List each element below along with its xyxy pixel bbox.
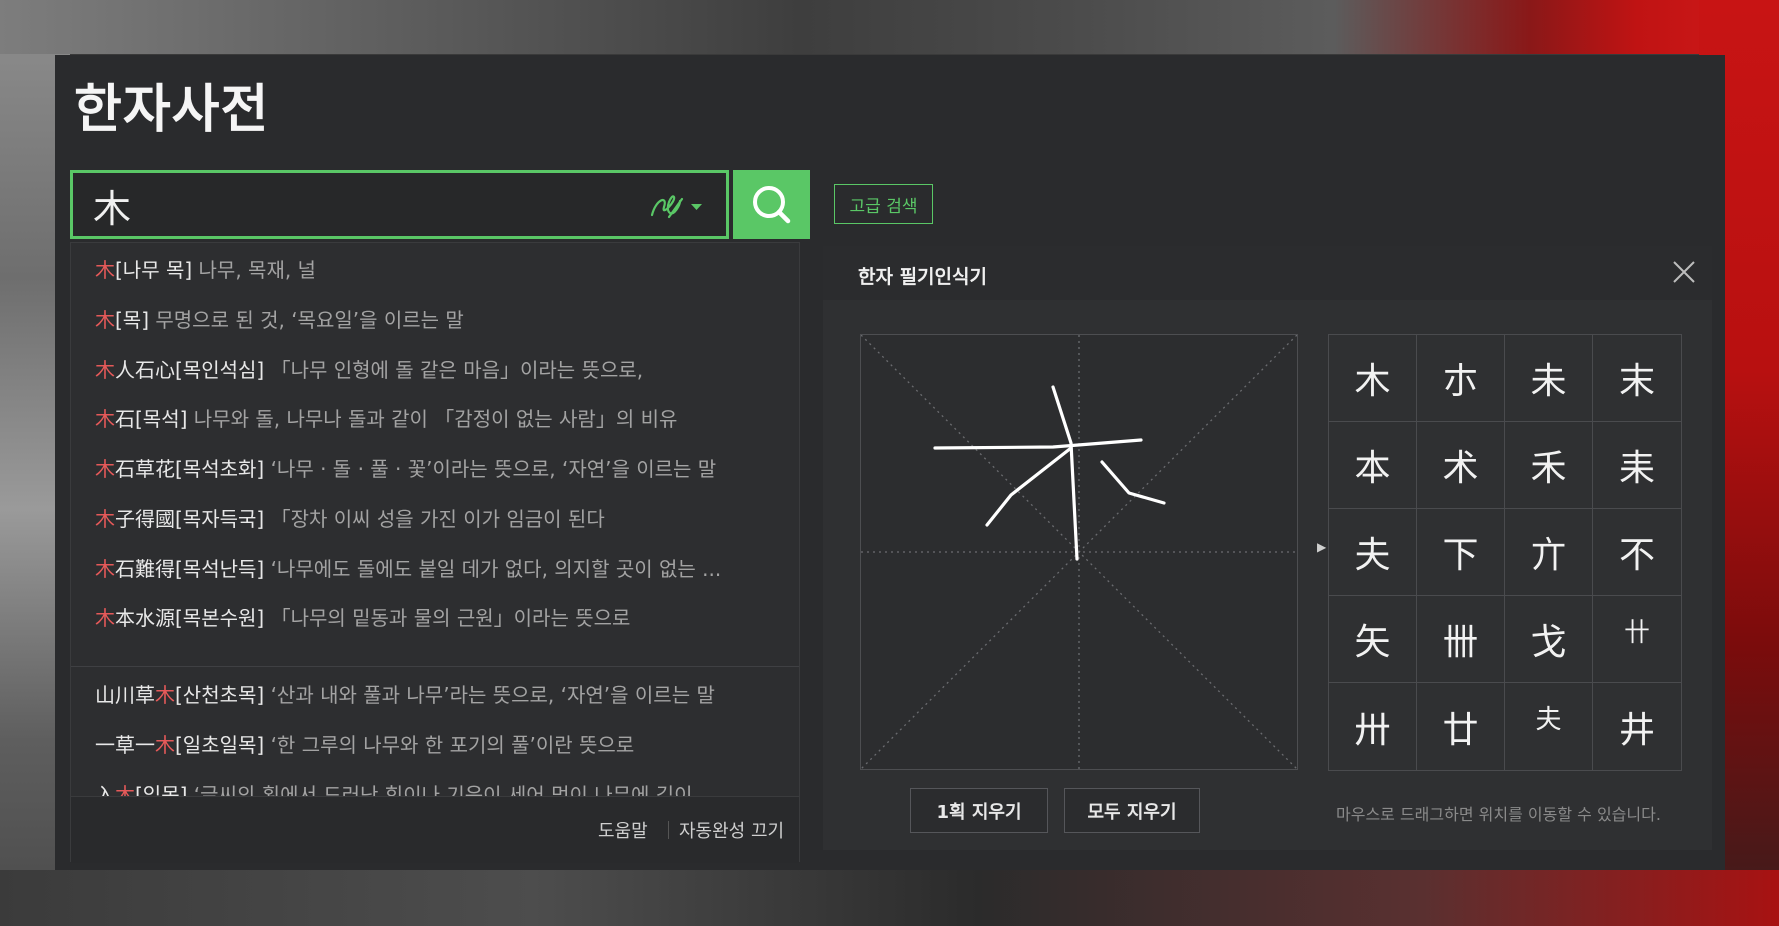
autocomplete-item[interactable]: 木石難得[목석난득] ‘나무에도 돌에도 붙일 데가 없다, 의지할 곳이 없는… <box>95 554 721 584</box>
candidate-char[interactable]: 不 <box>1593 509 1681 596</box>
caret-right-icon: ▶ <box>1317 540 1327 554</box>
candidate-char[interactable]: 朩 <box>1417 335 1505 422</box>
candidate-char[interactable]: 卌 <box>1417 596 1505 683</box>
item-reading: [목석난득] <box>175 557 265 581</box>
divider <box>71 666 799 667</box>
handwritten-strokes <box>933 385 1166 561</box>
handwriting-toggle[interactable] <box>646 191 712 221</box>
undo-stroke-button[interactable]: 1획 지우기 <box>910 788 1048 833</box>
item-reading: [일초일목] <box>175 733 265 757</box>
candidate-char[interactable]: 夫 <box>1505 683 1593 770</box>
item-reading: [목석초화] <box>175 457 265 481</box>
item-meaning: 무명으로 된 것, ‘목요일’을 이르는 말 <box>155 308 464 332</box>
search-icon <box>753 186 791 224</box>
divider <box>668 821 669 839</box>
candidate-char[interactable]: 末 <box>1593 335 1681 422</box>
autocomplete-dropdown: 木[나무 목] 나무, 목재, 널 木[목] 무명으로 된 것, ‘목요일’을 … <box>70 242 800 863</box>
handwriting-header: 한자 필기인식기 <box>823 246 1712 300</box>
item-reading: [나무 목] <box>115 258 193 282</box>
item-word: 一草一 <box>95 733 155 757</box>
autocomplete-item[interactable]: 木本水源[목본수원] 「나무의 밑동과 물의 근원」이라는 뜻으로 <box>95 603 630 633</box>
autocomplete-item[interactable]: 木人石心[목인석심] 「나무 인형에 돌 같은 마음」이라는 뜻으로, <box>95 355 643 385</box>
item-reading: [목] <box>115 308 150 332</box>
autocomplete-item[interactable]: 木石草花[목석초화] ‘나무 · 돌 · 풀 · 꽃’이라는 뜻으로, ‘자연’… <box>95 454 716 484</box>
autocomplete-item[interactable]: 木石[목석] 나무와 돌, 나무나 돌과 같이 「감정이 없는 사람」의 비유 <box>95 404 677 434</box>
highlight-char: 木 <box>95 457 115 481</box>
clear-all-button[interactable]: 모두 지우기 <box>1064 788 1200 833</box>
item-meaning: 나무와 돌, 나무나 돌과 같이 「감정이 없는 사람」의 비유 <box>193 407 678 431</box>
item-meaning: ‘나무에도 돌에도 붙일 데가 없다, 의지할 곳이 없는 ... <box>270 557 722 581</box>
highlight-char: 木 <box>95 308 115 332</box>
item-word: 本水源 <box>115 606 175 630</box>
item-meaning: ‘한 그루의 나무와 한 포기의 풀’이란 뜻으로 <box>270 733 635 757</box>
dictionary-panel: 한자사전 고급 검색 木[나무 목] 나무, 목재, 널 木[목] 무명으로 된… <box>55 55 1725 870</box>
highlight-char: 木 <box>95 358 115 382</box>
autocomplete-item[interactable]: 木子得國[목자득국] 「장차 이씨 성을 가진 이가 임금이 된다 <box>95 504 605 534</box>
candidate-char[interactable]: 木 <box>1329 335 1417 422</box>
help-link[interactable]: 도움말 <box>598 817 648 843</box>
candidate-char[interactable]: 术 <box>1417 422 1505 509</box>
candidate-char[interactable]: 卅 <box>1329 683 1417 770</box>
candidate-grid: 木 朩 未 末 本 术 禾 耒 夫 下 亣 不 矢 卌 戈 卄 卅 廿 夫 井 <box>1328 334 1682 771</box>
candidate-char[interactable]: 耒 <box>1593 422 1681 509</box>
handwriting-title: 한자 필기인식기 <box>858 266 987 288</box>
close-icon <box>1673 261 1695 283</box>
item-meaning: ‘산과 내와 풀과 나무’라는 뜻으로, ‘자연’을 이르는 말 <box>270 683 715 707</box>
search-input[interactable] <box>93 179 593 231</box>
highlight-char: 木 <box>155 683 175 707</box>
item-reading: [목석] <box>135 407 188 431</box>
search-button[interactable] <box>733 170 810 239</box>
chevron-down-icon <box>691 204 702 210</box>
candidate-char[interactable]: 本 <box>1329 422 1417 509</box>
item-reading: [목본수원] <box>175 606 265 630</box>
item-meaning: 「나무 인형에 돌 같은 마음」이라는 뜻으로, <box>270 358 644 382</box>
candidate-char[interactable]: 井 <box>1593 683 1681 770</box>
autocomplete-footer: 도움말 자동완성 끄기 <box>71 796 799 863</box>
item-word: 石草花 <box>115 457 175 481</box>
candidate-char[interactable]: 禾 <box>1505 422 1593 509</box>
background-top <box>0 0 1779 54</box>
highlight-char: 木 <box>95 407 115 431</box>
candidate-char[interactable]: 夫 <box>1329 509 1417 596</box>
autocomplete-item[interactable]: 木[나무 목] 나무, 목재, 널 <box>95 255 316 285</box>
candidate-char[interactable]: 未 <box>1505 335 1593 422</box>
candidate-char[interactable]: 下 <box>1417 509 1505 596</box>
item-word: 子得國 <box>115 507 175 531</box>
item-word: 人石心 <box>115 358 175 382</box>
drawing-canvas[interactable] <box>860 334 1298 770</box>
item-meaning: 「나무의 밑동과 물의 근원」이라는 뜻으로 <box>270 606 631 630</box>
drawing-surface <box>860 334 1298 770</box>
item-word: 山川草 <box>95 683 155 707</box>
item-meaning: 나무, 목재, 널 <box>198 258 316 282</box>
close-button[interactable] <box>1670 258 1698 286</box>
autocomplete-off-link[interactable]: 자동완성 끄기 <box>679 817 784 843</box>
item-meaning: ‘나무 · 돌 · 풀 · 꽃’이라는 뜻으로, ‘자연’을 이르는 말 <box>270 457 717 481</box>
background-bottom <box>0 870 1779 926</box>
advanced-search-button[interactable]: 고급 검색 <box>834 184 933 224</box>
candidate-char[interactable]: 矢 <box>1329 596 1417 683</box>
drag-hint: 마우스로 드래그하면 위치를 이동할 수 있습니다. <box>1336 805 1661 824</box>
item-reading: [목자득국] <box>175 507 265 531</box>
autocomplete-item[interactable]: 一草一木[일초일목] ‘한 그루의 나무와 한 포기의 풀’이란 뜻으로 <box>95 730 634 760</box>
handwriting-recognizer: 한자 필기인식기 ▶ 木 朩 未 末 本 术 禾 耒 夫 下 亣 不 矢 卌 戈… <box>823 246 1712 850</box>
search-box <box>70 170 729 239</box>
highlight-char: 木 <box>95 258 115 282</box>
candidate-char[interactable]: 亣 <box>1505 509 1593 596</box>
candidate-char[interactable]: 戈 <box>1505 596 1593 683</box>
autocomplete-item[interactable]: 木[목] 무명으로 된 것, ‘목요일’을 이르는 말 <box>95 305 464 335</box>
highlight-char: 木 <box>95 606 115 630</box>
item-word: 石 <box>115 407 135 431</box>
autocomplete-item[interactable]: 山川草木[산천초목] ‘산과 내와 풀과 나무’라는 뜻으로, ‘자연’을 이르… <box>95 680 715 710</box>
candidate-char[interactable]: 卄 <box>1593 596 1681 683</box>
item-reading: [산천초목] <box>175 683 265 707</box>
highlight-char: 木 <box>95 557 115 581</box>
page-title: 한자사전 <box>74 80 270 140</box>
item-reading: [목인석심] <box>175 358 265 382</box>
item-word: 石難得 <box>115 557 175 581</box>
handwriting-icon <box>650 195 702 219</box>
item-meaning: 「장차 이씨 성을 가진 이가 임금이 된다 <box>270 507 605 531</box>
highlight-char: 木 <box>95 507 115 531</box>
highlight-char: 木 <box>155 733 175 757</box>
candidate-char[interactable]: 廿 <box>1417 683 1505 770</box>
